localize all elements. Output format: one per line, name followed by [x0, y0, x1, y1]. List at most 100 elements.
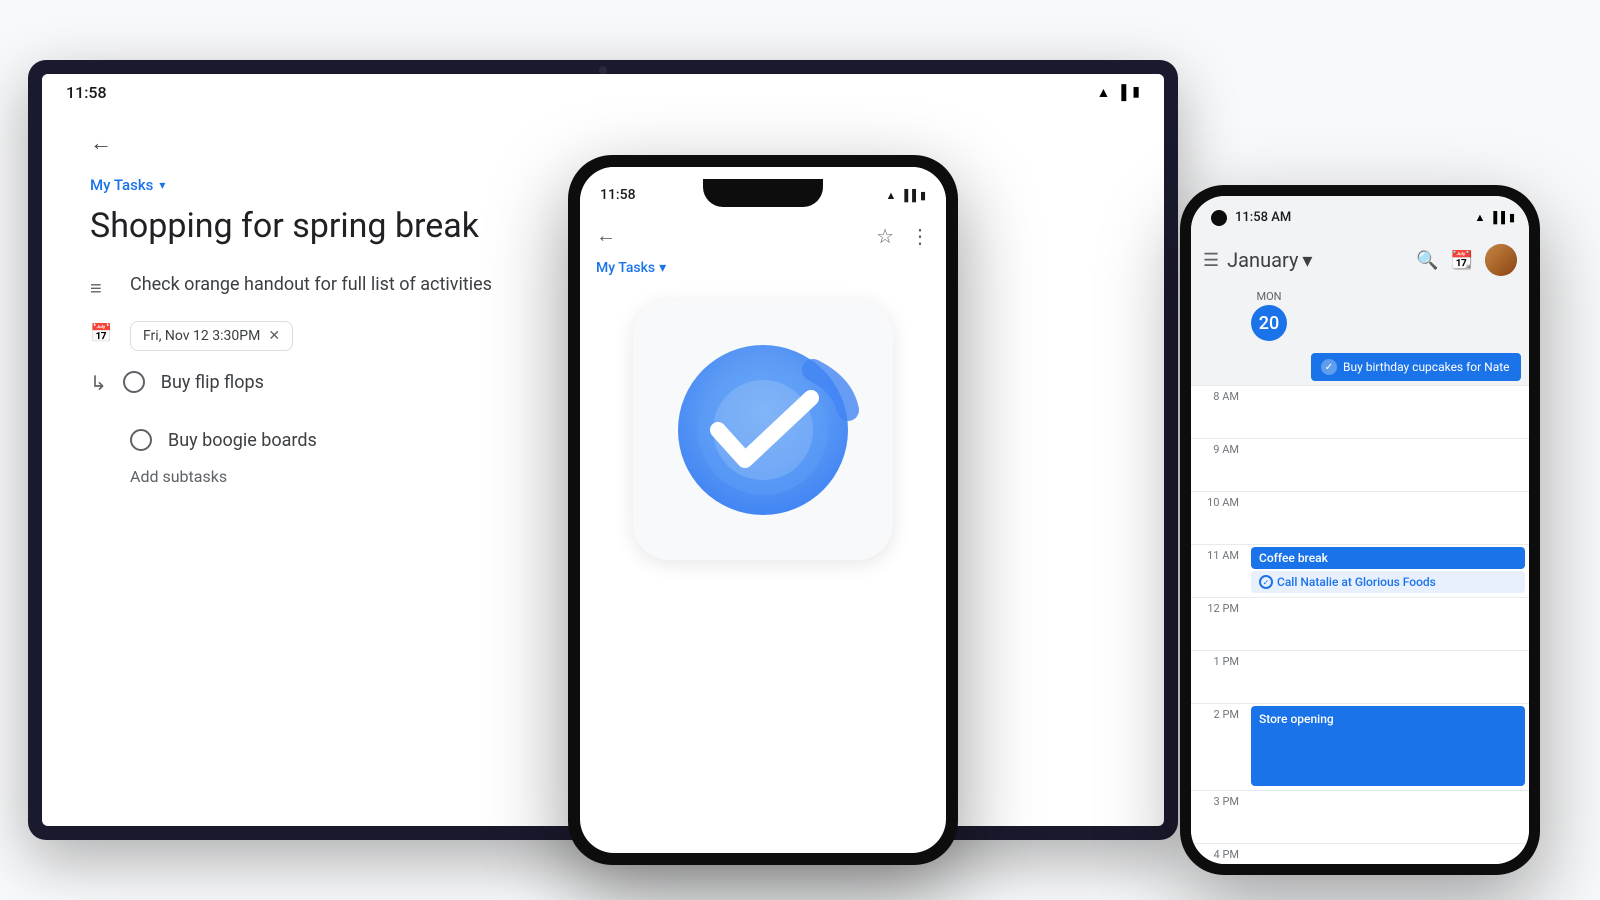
subtask1-text: Buy flip flops	[161, 372, 264, 393]
day-name-label: Mon	[1256, 290, 1281, 303]
time-row-8am: 8 AM	[1191, 385, 1529, 438]
phone-right-camera	[1211, 210, 1227, 226]
all-day-event[interactable]: ✓ Buy birthday cupcakes for Nate	[1311, 353, 1521, 381]
subtask1-row: Buy flip flops	[123, 371, 264, 393]
time-row-2pm: 2 PM Store opening	[1191, 703, 1529, 790]
phone-right-device: 11:58 AM ▲ ▐▐ ▮ ☰ January ▾ 🔍 📆	[1180, 185, 1540, 875]
subtask1-checkbox[interactable]	[123, 371, 145, 393]
time-row-12pm: 12 PM	[1191, 597, 1529, 650]
time-row-1pm: 1 PM	[1191, 650, 1529, 703]
battery-icon: ▮	[1132, 84, 1140, 100]
time-row-4pm: 4 PM	[1191, 843, 1529, 864]
phone-right-screen: 11:58 AM ▲ ▐▐ ▮ ☰ January ▾ 🔍 📆	[1191, 196, 1529, 864]
time-row-9am: 9 AM	[1191, 438, 1529, 491]
calendar-header: ☰ January ▾ 🔍 📆	[1191, 238, 1529, 282]
signal-icon: ▐▐	[1489, 211, 1505, 224]
task-complete-icon: ✓	[1321, 359, 1337, 375]
day-header: Mon 20	[1191, 282, 1529, 349]
tablet-status-icons: ▲ ▐ ▮	[1097, 84, 1141, 101]
time-label-2pm: 2 PM	[1191, 704, 1247, 721]
time-content-1pm	[1247, 651, 1529, 703]
subtask2-checkbox[interactable]	[130, 429, 152, 451]
time-label-1pm: 1 PM	[1191, 651, 1247, 668]
time-content-10am	[1247, 492, 1529, 544]
subtask-indent-icon: ↳	[90, 371, 107, 395]
phone-center-action-icons: ☆ ⋮	[876, 224, 930, 248]
time-row-10am: 10 AM	[1191, 491, 1529, 544]
hamburger-menu-icon[interactable]: ☰	[1203, 250, 1219, 271]
scene: 11:58 ▲ ▐ ▮ ← My Tasks ▾ Shopping for sp…	[0, 0, 1600, 900]
battery-icon: ▮	[1509, 211, 1515, 224]
all-day-section: ✓ Buy birthday cupcakes for Nate	[1191, 349, 1529, 385]
phone-center-notch	[703, 179, 823, 207]
more-options-icon[interactable]: ⋮	[910, 224, 930, 248]
phone-right-status-bar: 11:58 AM ▲ ▐▐ ▮	[1191, 196, 1529, 238]
time-content-11am[interactable]: Coffee break ✓ Call Natalie at Glorious …	[1247, 545, 1529, 597]
phone-center-screen: 11:58 ▲ ▐▐ ▮ ← ☆ ⋮ My Tasks ▾	[580, 167, 946, 853]
time-content-3pm	[1247, 791, 1529, 843]
store-opening-event[interactable]: Store opening	[1251, 706, 1525, 786]
star-icon[interactable]: ☆	[876, 224, 894, 248]
notes-icon: ≡	[90, 276, 114, 301]
calendar-header-right: 🔍 📆	[1416, 244, 1517, 276]
date-chip[interactable]: Fri, Nov 12 3:30PM ✕	[130, 321, 293, 351]
subtask2-text: Buy boogie boards	[168, 430, 317, 451]
time-label-12pm: 12 PM	[1191, 598, 1247, 615]
time-content-9am	[1247, 439, 1529, 491]
phone-right-time: 11:58 AM	[1235, 210, 1291, 225]
coffee-break-event[interactable]: Coffee break	[1251, 547, 1525, 569]
back-button[interactable]: ←	[90, 130, 112, 156]
signal-bars-icon: ▐▐	[900, 189, 916, 202]
calendar-month[interactable]: January ▾	[1227, 248, 1312, 272]
tasks-logo-svg	[663, 330, 863, 530]
call-natalie-text: Call Natalie at Glorious Foods	[1277, 575, 1436, 589]
time-content-2pm[interactable]: Store opening	[1247, 704, 1529, 790]
task-check-icon: ✓	[1259, 575, 1273, 589]
wifi-icon: ▲	[1097, 84, 1111, 101]
time-label-10am: 10 AM	[1191, 492, 1247, 509]
tablet-status-bar: 11:58 ▲ ▐ ▮	[42, 74, 1164, 110]
chevron-down-icon: ▾	[159, 178, 165, 192]
my-tasks-phone-label: My Tasks	[596, 260, 655, 276]
avatar[interactable]	[1485, 244, 1517, 276]
phone-right-status-icons: ▲ ▐▐ ▮	[1474, 211, 1515, 224]
my-tasks-label: My Tasks	[90, 176, 153, 194]
avatar-image	[1485, 244, 1517, 276]
phone-center-back[interactable]: ←	[596, 223, 616, 248]
all-day-event-text: Buy birthday cupcakes for Nate	[1343, 360, 1510, 374]
wifi-icon: ▲	[1474, 211, 1485, 224]
time-label-11am: 11 AM	[1191, 545, 1247, 562]
calendar-icon: 📅	[90, 323, 114, 344]
day-label-group: Mon 20	[1251, 290, 1287, 341]
time-row-3pm: 3 PM	[1191, 790, 1529, 843]
close-icon[interactable]: ✕	[268, 328, 280, 344]
phone-center-status-icons: ▲ ▐▐ ▮	[885, 189, 926, 202]
calendar-view-icon[interactable]: 📆	[1451, 250, 1473, 271]
description-text: Check orange handout for full list of ac…	[130, 274, 492, 295]
phone-center-list-label[interactable]: My Tasks ▾	[580, 256, 946, 280]
call-natalie-event[interactable]: ✓ Call Natalie at Glorious Foods	[1251, 571, 1525, 593]
signal-icon: ▐	[1116, 84, 1126, 101]
time-label-4pm: 4 PM	[1191, 844, 1247, 861]
time-row-11am: 11 AM Coffee break ✓ Call Natalie at Glo…	[1191, 544, 1529, 597]
chevron-down-icon: ▾	[659, 260, 666, 276]
tablet-time: 11:58	[66, 83, 107, 102]
phone-center-time: 11:58	[600, 187, 636, 203]
tablet-camera	[599, 66, 607, 74]
battery-icon: ▮	[920, 189, 926, 202]
time-content-12pm	[1247, 598, 1529, 650]
time-label-9am: 9 AM	[1191, 439, 1247, 456]
day-number-badge: 20	[1251, 305, 1287, 341]
chevron-down-icon: ▾	[1302, 248, 1312, 272]
time-label-3pm: 3 PM	[1191, 791, 1247, 808]
time-content-8am	[1247, 386, 1529, 438]
phone-center-header: ← ☆ ⋮	[580, 215, 946, 256]
time-label-8am: 8 AM	[1191, 386, 1247, 403]
wifi-icon: ▲	[885, 189, 896, 202]
tasks-logo-card	[633, 300, 893, 560]
back-arrow-icon[interactable]: ←	[596, 223, 616, 248]
phone-center-logo-area	[580, 280, 946, 580]
search-icon[interactable]: 🔍	[1416, 250, 1438, 271]
date-chip-text: Fri, Nov 12 3:30PM	[143, 328, 260, 344]
time-content-4pm	[1247, 844, 1529, 864]
